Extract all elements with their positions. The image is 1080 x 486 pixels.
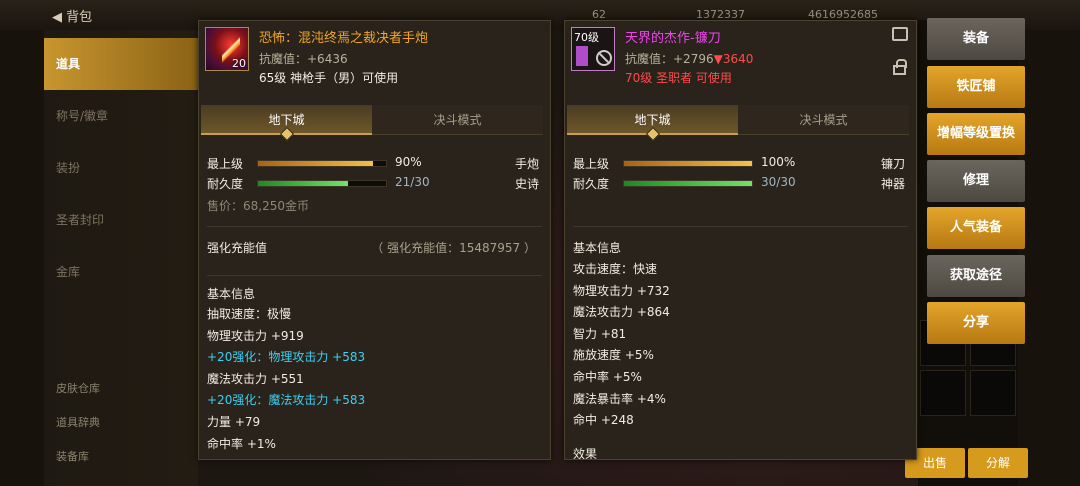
anti-magic: 抗魔值：+2796 [625,52,714,66]
divider [207,275,542,276]
durability-bar [623,180,753,187]
stat-line: 抽取速度：极慢 [207,307,292,321]
hand-cannon-icon: 20 [205,27,249,71]
item-title: 恐怖：混沌终焉之裁决者手炮 [259,31,429,46]
durability-row: 耐久度 21/30 史诗 [207,173,543,193]
stat-line: 物理攻击力 +732 [573,283,670,298]
stat-line: +20强化：物理攻击力 +583 [207,350,366,365]
grade-value: 100% [761,155,796,169]
stat-line: +20强化：魔法攻击力 +583 [207,393,366,408]
stat-line: 魔法攻击力 +551 [207,371,304,386]
grade-row: 最上级 90% 手炮 [207,153,543,173]
stat-line: 施放速度 +5% [573,348,654,363]
durability-bar [257,180,387,187]
grade-row: 最上级 100% 镰刀 [573,153,909,173]
item-bars: 最上级 100% 镰刀 耐久度 30/30 神器 [573,153,909,193]
durability-bar-fill [624,181,752,186]
item-rarity: 史诗 [514,177,539,191]
action-button[interactable]: 人气装备 [927,207,1025,249]
nav-equipment-storage[interactable]: 装备库 [56,448,89,464]
share-icon[interactable] [892,27,908,41]
item-title: 天界的杰作-镰刀 [625,31,721,46]
item-header: 70级 天界的杰作-镰刀 抗魔值：+2796▼3640 70级 圣职者 可使用 [565,21,916,93]
nav-item-dictionary[interactable]: 道具辞典 [56,414,100,430]
grade-bar-fill [624,161,752,166]
blade-decoration [576,46,588,66]
item-tooltip-left: 20 恐怖：混沌终焉之裁决者手炮 抗魔值：+6436 65级 神枪手（男）可使用… [198,20,551,460]
back-button[interactable]: ◀ 背包 [52,6,92,25]
nav-skin-storage[interactable]: 皮肤仓库 [56,380,100,396]
stat-list: 攻击速度：快速 物理攻击力 +732 魔法攻击力 +864 智力 +81 施放速度 +5… [573,259,670,432]
enhance-level: 20 [232,57,246,70]
stat-line: 命中率 +1% [207,436,276,451]
stat-line: 物理攻击力 +919 [207,328,304,343]
item-bars: 最上级 90% 手炮 耐久度 21/30 史诗 [207,153,543,193]
grade-bar-fill [258,161,374,166]
sell-price: 售价：68,250金币 [207,199,309,213]
durability-bar-fill [258,181,348,186]
unusable-icon [596,50,612,66]
action-button[interactable]: 增幅等级置换 [927,113,1025,155]
item-rarity: 神器 [880,177,905,191]
stat-line: 命中率 +5% [573,369,642,384]
inventory-slot[interactable] [920,370,966,416]
grade-label: 最上级 [573,157,610,171]
action-button[interactable]: 获取途径 [927,255,1025,297]
stat-line: 魔法暴击率 +4% [573,391,666,406]
item-type: 手炮 [514,157,539,171]
divider [207,226,542,227]
grade-bar [623,160,753,167]
durability-label: 耐久度 [573,177,610,191]
lock-icon[interactable] [893,59,907,75]
item-header: 20 恐怖：混沌终焉之裁决者手炮 抗魔值：+6436 65级 神枪手（男）可使用 [199,21,550,93]
back-label: 背包 [66,10,93,25]
action-button[interactable]: 修理 [927,160,1025,202]
effect-title: 效果 [573,447,598,460]
stat-line: 力量 +79 [207,414,261,429]
durability-row: 耐久度 30/30 神器 [573,173,909,193]
basic-info-title: 基本信息 [207,287,256,301]
action-button[interactable]: 铁匠铺 [927,66,1025,108]
durability-label: 耐久度 [207,177,244,191]
mode-tabs: 地下城 决斗模式 [201,105,543,135]
enhance-title: 强化充能值 [207,241,268,255]
disassemble-button[interactable]: 分解 [968,448,1028,478]
durability-value: 30/30 [761,175,796,189]
divider [573,226,908,227]
nav-item-items[interactable]: 道具 [44,38,198,90]
item-tooltip-right: 70级 天界的杰作-镰刀 抗魔值：+2796▼3640 70级 圣职者 可使用 … [564,20,917,460]
item-type: 镰刀 [880,157,905,171]
scythe-icon: 70级 [571,27,615,71]
stat-list: 抽取速度：极慢 物理攻击力 +919 +20强化：物理攻击力 +583 魔法攻击力 +… [207,304,365,455]
grade-label: 最上级 [207,157,244,171]
grade-value: 90% [395,155,422,169]
enhance-value: （ 强化充能值：15487957 ） [371,241,536,255]
tab-pvp[interactable]: 决斗模式 [372,105,543,135]
requirement: 65级 神枪手（男）可使用 [259,71,399,85]
tab-dungeon[interactable]: 地下城 [567,105,738,135]
anti-magic-row: 抗魔值：+2796▼3640 [625,50,753,67]
tab-dungeon[interactable]: 地下城 [201,105,372,135]
stat-line: 智力 +81 [573,326,627,341]
stat-line: 命中 +248 [573,413,634,428]
nav-item-vault[interactable]: 金库 [44,246,198,298]
action-button[interactable]: 分享 [927,302,1025,344]
inventory-slot[interactable] [970,370,1016,416]
grade-bar [257,160,387,167]
durability-value: 21/30 [395,175,430,189]
mode-tabs: 地下城 决斗模式 [567,105,909,135]
action-button[interactable]: 装备 [927,18,1025,60]
stat-line: 魔法攻击力 +864 [573,305,670,320]
nav-item-seal[interactable]: 圣者封印 [44,194,198,246]
nav-item-avatar[interactable]: 装扮 [44,142,198,194]
tab-pvp[interactable]: 决斗模式 [738,105,909,135]
level-tag: 70级 [574,31,599,44]
basic-info-title: 基本信息 [573,241,622,255]
anti-magic: 抗魔值：+6436 [259,52,348,66]
requirement: 70级 圣职者 可使用 [625,71,732,85]
stat-line: 攻击速度：快速 [573,262,658,276]
anti-magic-diff: ▼3640 [713,52,754,66]
nav-item-titles[interactable]: 称号/徽章 [44,90,198,142]
inventory-nav: 道具 称号/徽章 装扮 圣者封印 金库 皮肤仓库 道具辞典 装备库 [44,30,198,486]
